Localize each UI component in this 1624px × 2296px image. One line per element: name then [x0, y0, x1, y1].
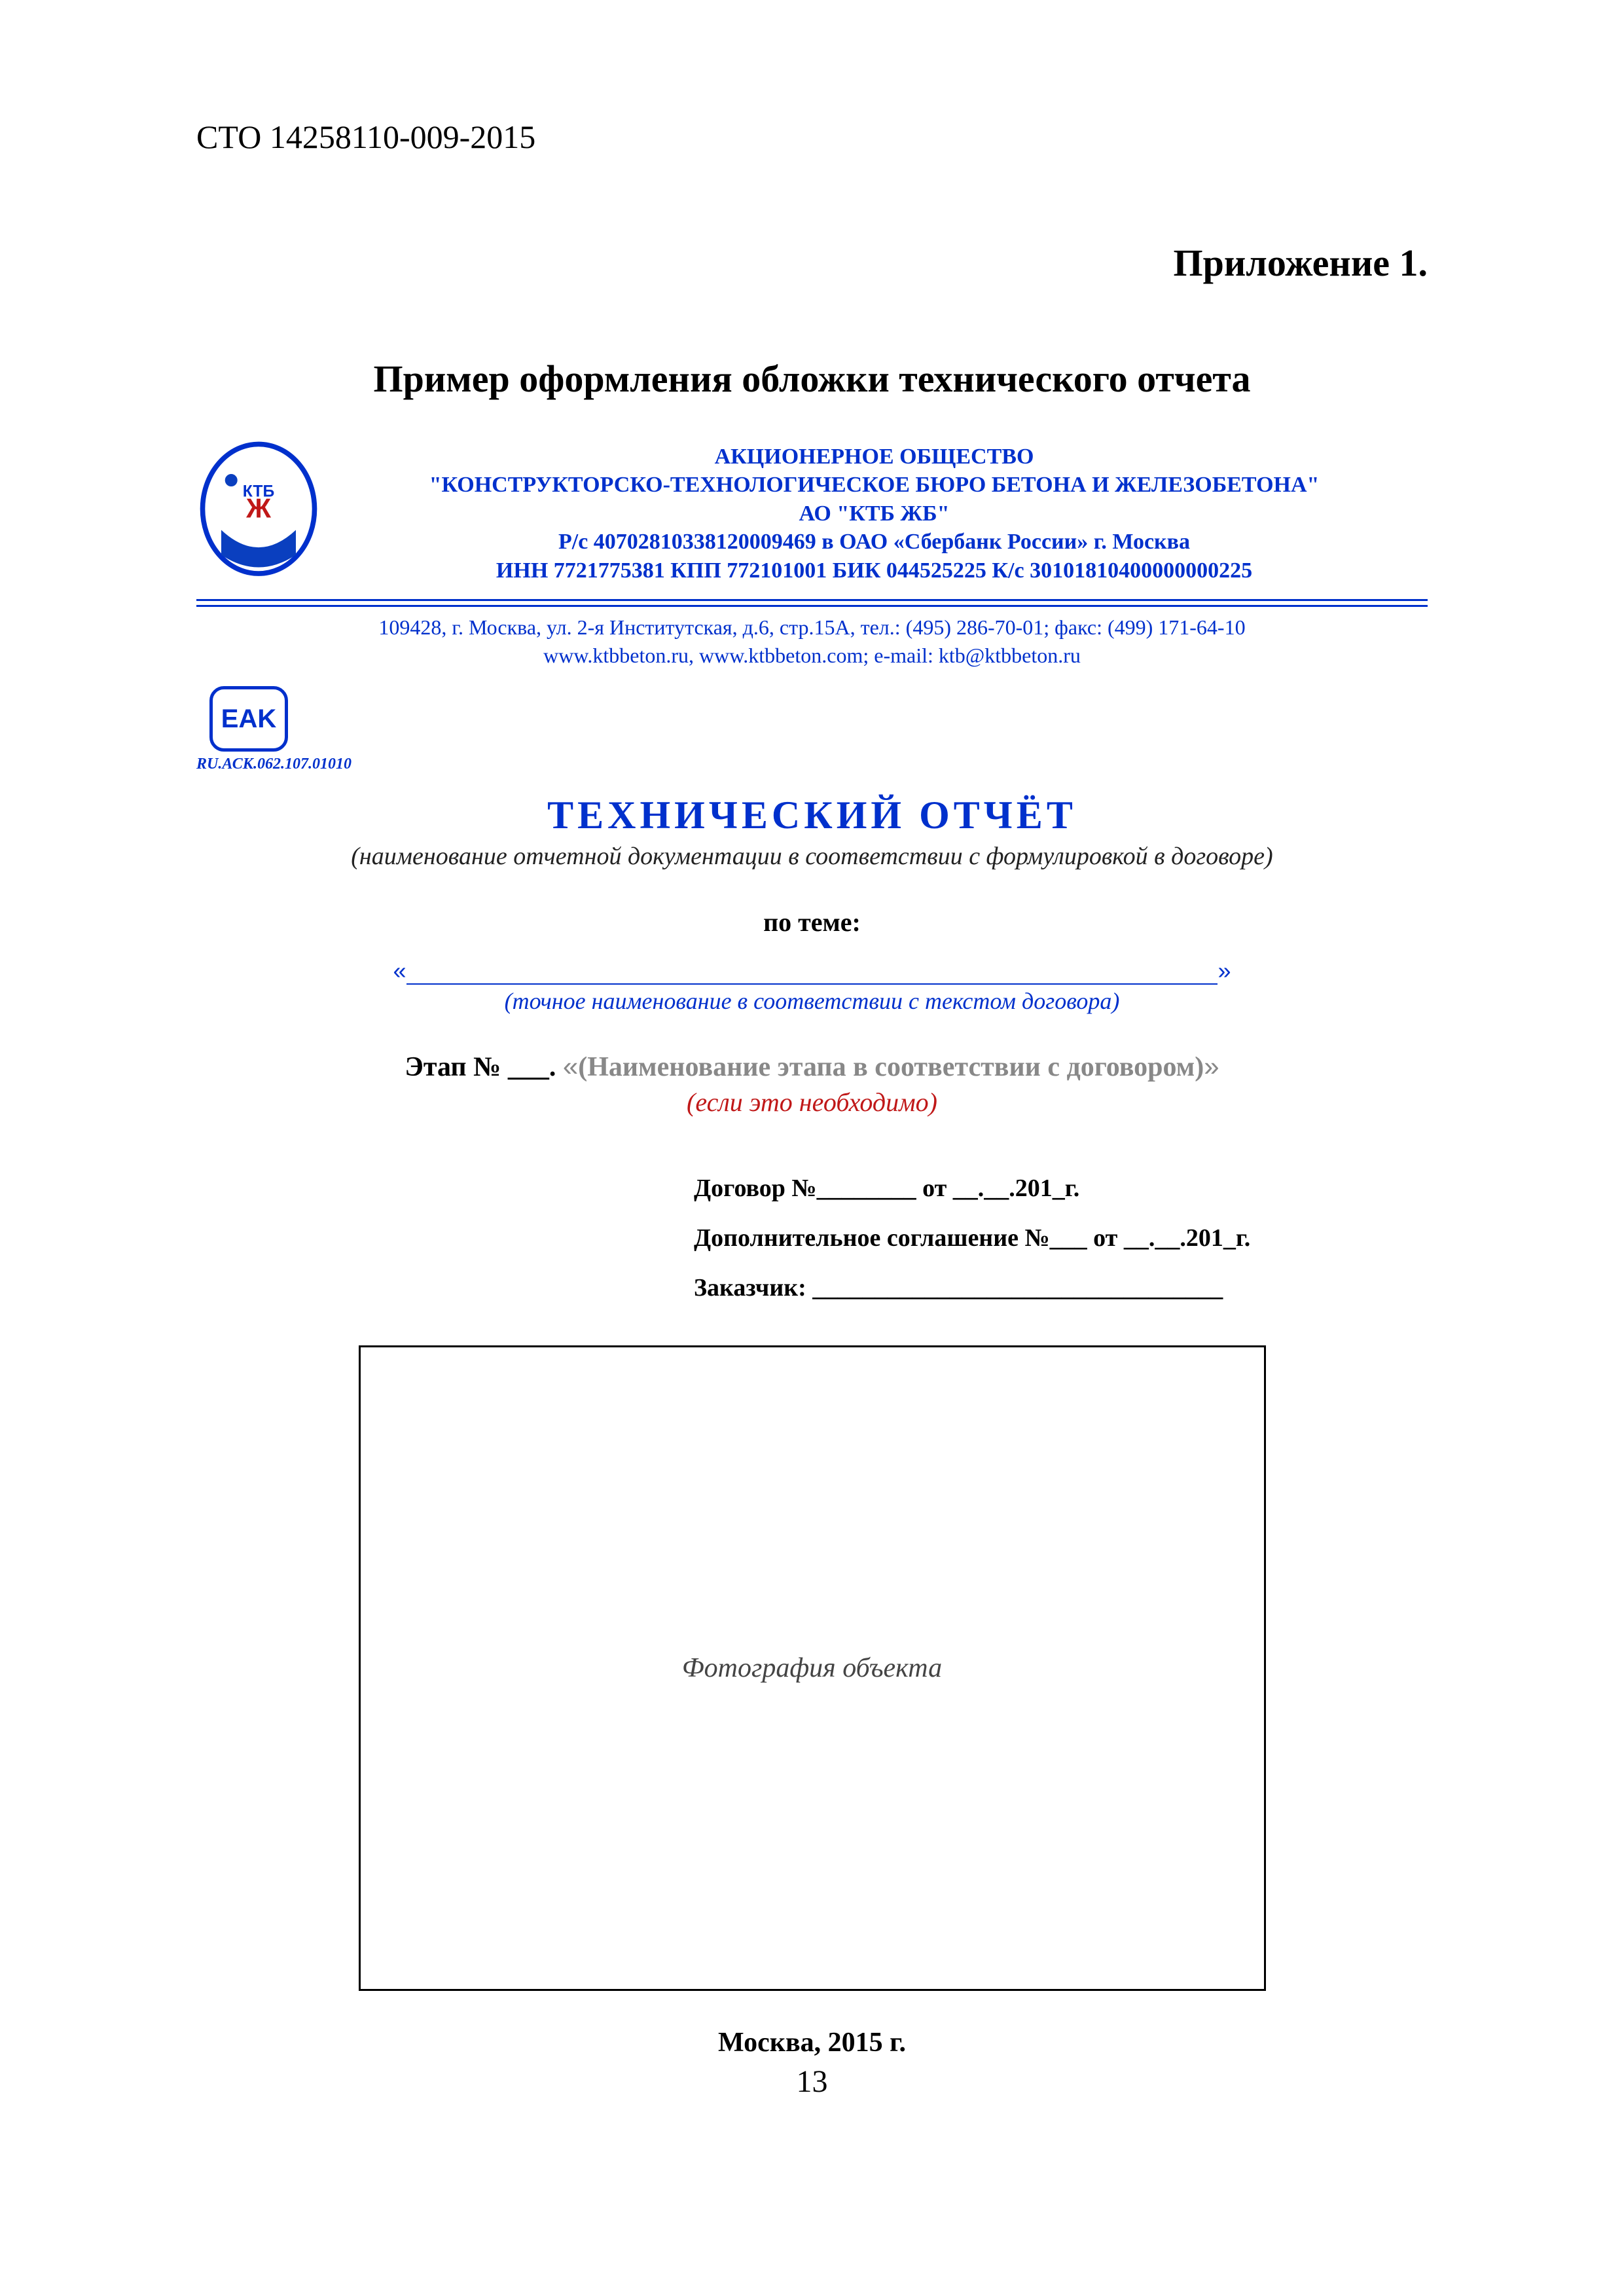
topic-line: « » (точное наименование в соответствии …: [393, 957, 1231, 1015]
stage-quote-close: »: [1204, 1051, 1219, 1082]
org-line-2: "КОНСТРУКТОРСКО-ТЕХНОЛОГИЧЕСКОЕ БЮРО БЕТ…: [321, 471, 1428, 500]
contract-line-2: Дополнительное соглашение №___ от __.__.…: [694, 1213, 1428, 1263]
org-line-1: АКЦИОНЕРНОЕ ОБЩЕСТВО: [321, 443, 1428, 471]
topic-caption: (точное наименование в соответствии с те…: [393, 987, 1231, 1015]
stage-quote-open: «: [563, 1051, 578, 1082]
eak-label: EAK: [221, 704, 276, 734]
stage-row: Этап № ___. «(Наименование этапа в соотв…: [196, 1051, 1428, 1083]
quote-open: «: [393, 957, 406, 985]
org-line-3: АО "КТБ ЖБ": [321, 500, 1428, 528]
eak-badge-icon: EAK: [209, 686, 288, 752]
by-topic-label: по теме:: [196, 907, 1428, 938]
contract-line-1: Договор №________ от __.__.201_г.: [694, 1163, 1428, 1213]
org-line-5: ИНН 7721775381 КПП 772101001 БИК 0445252…: [321, 556, 1428, 585]
contract-line-3: Заказчик: ______________________________…: [694, 1263, 1428, 1313]
double-rule: [196, 599, 1428, 607]
eak-code: RU.АСК.062.107.01010: [196, 756, 1428, 773]
contacts-line-2: www.ktbbeton.ru, www.ktbbeton.com; e-mai…: [196, 642, 1428, 670]
example-heading: Пример оформления обложки технического о…: [196, 357, 1428, 401]
quote-close: »: [1218, 957, 1231, 985]
stage-prefix: Этап № ___.: [405, 1052, 562, 1082]
photo-placeholder-box: Фотография объекта: [359, 1345, 1266, 1991]
ktb-logo-icon: КТБ Ж: [196, 440, 321, 587]
page-number: 13: [196, 2064, 1428, 2100]
letterhead-text: АКЦИОНЕРНОЕ ОБЩЕСТВО "КОНСТРУКТОРСКО-ТЕХ…: [321, 443, 1428, 585]
stage-note: (если это необходимо): [196, 1087, 1428, 1118]
eak-block: EAK RU.АСК.062.107.01010: [196, 686, 1428, 773]
appendix-heading: Приложение 1.: [196, 241, 1428, 285]
document-code: СТО 14258110-009-2015: [196, 118, 1428, 156]
contacts-block: 109428, г. Москва, ул. 2-я Институтская,…: [196, 613, 1428, 670]
org-line-4: Р/с 40702810338120009469 в ОАО «Сбербанк…: [321, 528, 1428, 556]
contacts-line-1: 109428, г. Москва, ул. 2-я Институтская,…: [196, 613, 1428, 642]
stage-name: (Наименование этапа в соответствии с дог…: [578, 1052, 1204, 1082]
footer-city-year: Москва, 2015 г.: [196, 2027, 1428, 2058]
report-subtitle: (наименование отчетной документации в со…: [196, 842, 1428, 871]
page: СТО 14258110-009-2015 Приложение 1. Прим…: [0, 0, 1624, 2296]
topic-blank-line: [406, 960, 1218, 985]
report-title: ТЕХНИЧЕСКИЙ ОТЧЁТ: [196, 793, 1428, 838]
contract-block: Договор №________ от __.__.201_г. Дополн…: [694, 1163, 1428, 1313]
photo-placeholder-label: Фотография объекта: [682, 1652, 942, 1684]
letterhead: КТБ Ж АКЦИОНЕРНОЕ ОБЩЕСТВО "КОНСТРУКТОРС…: [196, 440, 1428, 587]
svg-text:Ж: Ж: [245, 493, 271, 524]
